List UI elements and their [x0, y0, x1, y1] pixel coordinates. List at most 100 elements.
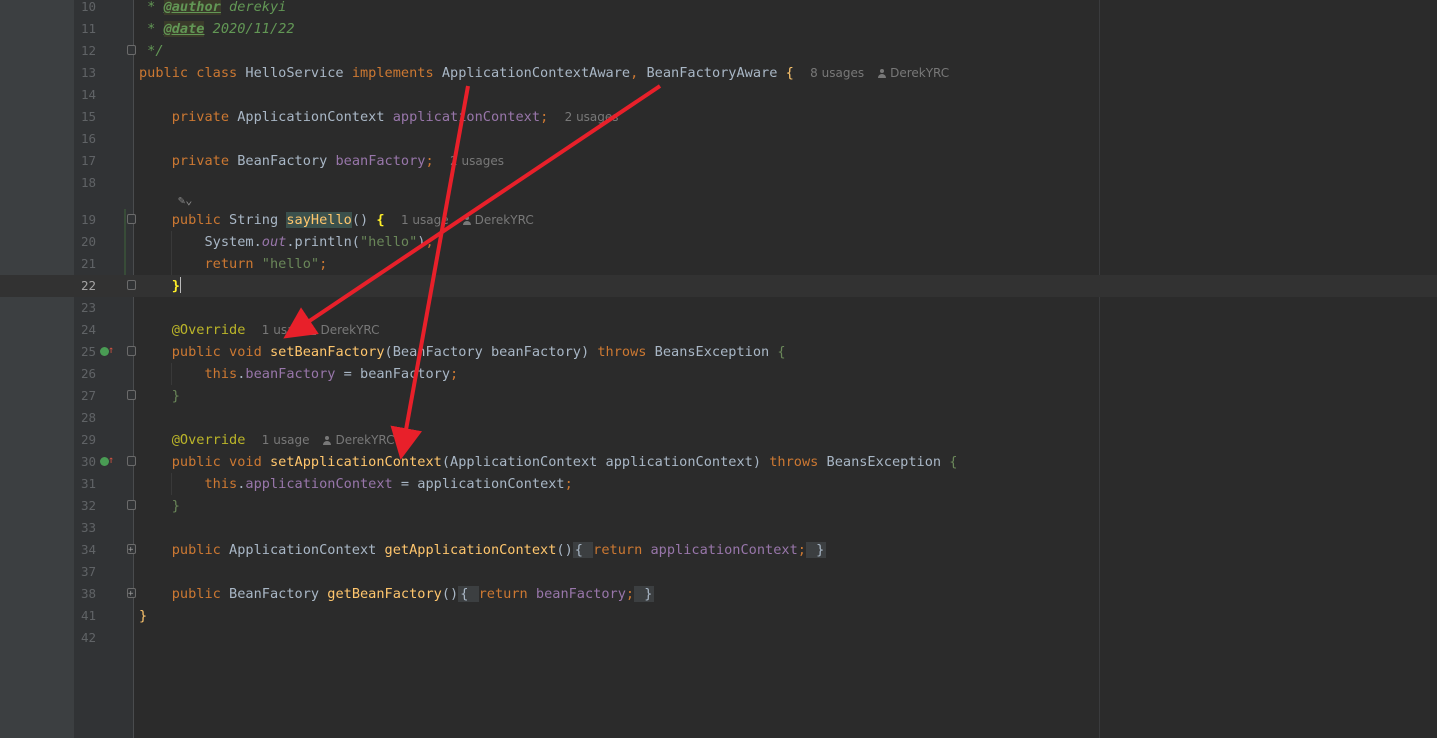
- code-line: 34 public ApplicationContext getApplicat…: [0, 539, 1437, 561]
- line-number: 11: [80, 21, 96, 36]
- code-text: * @date 2020/11/22: [139, 21, 295, 37]
- author-hint[interactable]: DerekYRC: [335, 433, 394, 447]
- code-editor[interactable]: 10 * @author derekyi 11 * @date 2020/11/…: [0, 0, 1437, 738]
- code-text: return "hello";: [204, 256, 328, 272]
- line-number: 38: [80, 586, 96, 601]
- code-line: 23: [0, 297, 1437, 319]
- fold-marker[interactable]: [127, 456, 136, 466]
- code-text: @Override 1 usa DerekYRC: [171, 322, 380, 338]
- code-line: 20 System.out.println("hello");: [0, 231, 1437, 253]
- code-text: public class HelloService implements App…: [139, 65, 950, 81]
- line-number: 26: [80, 366, 96, 381]
- line-number: 16: [80, 131, 96, 146]
- line-number: 27: [80, 388, 96, 403]
- code-line: 14: [0, 84, 1437, 106]
- line-number: 13: [80, 65, 96, 80]
- usages-hint[interactable]: 8 usages: [810, 66, 864, 80]
- line-number: 37: [80, 564, 96, 579]
- line-number: 33: [80, 520, 96, 535]
- line-number: 29: [80, 432, 96, 447]
- user-icon: [462, 216, 471, 225]
- code-line: 42: [0, 627, 1437, 649]
- code-line: 30 ↑ public void setApplicationContext(A…: [0, 451, 1437, 473]
- expand-fold-marker[interactable]: [127, 539, 136, 561]
- code-line: 32 }: [0, 495, 1437, 517]
- code-line: 31 this.applicationContext = application…: [0, 473, 1437, 495]
- line-number: 28: [80, 410, 96, 425]
- line-number: 19: [80, 212, 96, 227]
- usages-hint[interactable]: 1 usage: [262, 433, 310, 447]
- go-to-interface-icon[interactable]: ↑: [108, 340, 114, 362]
- code-text: System.out.println("hello");: [139, 234, 434, 250]
- code-text: }: [171, 498, 180, 514]
- code-line: 33: [0, 517, 1437, 539]
- code-text: this.applicationContext = applicationCon…: [204, 476, 573, 492]
- line-number: 10: [80, 0, 96, 14]
- line-number: 25: [80, 344, 96, 359]
- code-line: 21 return "hello";: [0, 253, 1437, 275]
- code-line: 12 */: [0, 40, 1437, 62]
- code-text: }: [171, 277, 181, 294]
- code-line: 10 * @author derekyi: [0, 0, 1437, 18]
- line-number: 31: [80, 476, 96, 491]
- line-number: 24: [80, 322, 96, 337]
- go-to-interface-icon[interactable]: ↑: [108, 450, 114, 472]
- line-number: 34: [80, 542, 96, 557]
- code-line: 13 public class HelloService implements …: [0, 62, 1437, 84]
- code-text: @Override 1 usage DerekYRC: [171, 432, 395, 448]
- fold-marker[interactable]: [127, 500, 136, 510]
- fold-marker[interactable]: [127, 214, 136, 224]
- code-line: 28: [0, 407, 1437, 429]
- usages-hint[interactable]: 2 usages: [565, 110, 619, 124]
- fold-marker[interactable]: [127, 280, 136, 290]
- author-hint[interactable]: DerekYRC: [475, 213, 534, 227]
- line-number: 30: [80, 454, 96, 469]
- code-line: 18: [0, 172, 1437, 194]
- user-icon: [878, 69, 887, 78]
- code-text: private ApplicationContext applicationCo…: [171, 109, 619, 125]
- current-code-line: 22 }: [0, 275, 1437, 297]
- code-line: 29 @Override 1 usage DerekYRC: [0, 429, 1437, 451]
- code-text: this.beanFactory = beanFactory;: [204, 366, 459, 382]
- usages-hint[interactable]: 2 usages: [450, 154, 504, 168]
- code-text: * @author derekyi: [139, 0, 287, 15]
- code-text: private BeanFactory beanFactory; 2 usage…: [171, 153, 504, 169]
- code-line: 41 }: [0, 605, 1437, 627]
- code-text: public String sayHello() { 1 usage DerekY…: [171, 212, 534, 228]
- text-caret: [179, 277, 181, 293]
- code-line: 19 public String sayHello() { 1 usage Der…: [0, 209, 1437, 231]
- fold-marker[interactable]: [127, 346, 136, 356]
- author-hint[interactable]: DerekYRC: [890, 66, 949, 80]
- code-line: 26 this.beanFactory = beanFactory;: [0, 363, 1437, 385]
- line-number: 18: [80, 175, 96, 190]
- line-number: 21: [80, 256, 96, 271]
- code-text: }: [171, 388, 180, 404]
- line-number: 41: [80, 608, 96, 623]
- usages-hint[interactable]: 1 usage: [401, 213, 449, 227]
- code-text: public void setApplicationContext(Applic…: [171, 454, 958, 470]
- code-line: 27 }: [0, 385, 1437, 407]
- fold-marker[interactable]: [127, 390, 136, 400]
- code-line: 15 private ApplicationContext applicatio…: [0, 106, 1437, 128]
- code-text: public ApplicationContext getApplication…: [171, 542, 827, 558]
- code-text: */: [139, 43, 164, 59]
- ai-assistant-icon[interactable]: ✎⌄: [178, 193, 192, 207]
- line-number: 23: [80, 300, 96, 315]
- code-line: 16: [0, 128, 1437, 150]
- code-line: 25 ↑ public void setBeanFactory(BeanFact…: [0, 341, 1437, 363]
- usages-hint[interactable]: 1 usa: [262, 323, 295, 337]
- fold-marker[interactable]: [127, 45, 136, 55]
- code-line: 38 public BeanFactory getBeanFactory(){ …: [0, 583, 1437, 605]
- line-number: 12: [80, 43, 96, 58]
- code-line: 17 private BeanFactory beanFactory; 2 us…: [0, 150, 1437, 172]
- line-number: 42: [80, 630, 96, 645]
- code-line: 37: [0, 561, 1437, 583]
- line-number: 20: [80, 234, 96, 249]
- line-number: 14: [80, 87, 96, 102]
- code-line: 11 * @date 2020/11/22: [0, 18, 1437, 40]
- code-text: public BeanFactory getBeanFactory(){ ret…: [171, 586, 655, 602]
- line-number: 17: [80, 153, 96, 168]
- line-number: 15: [80, 109, 96, 124]
- expand-fold-marker[interactable]: [127, 583, 136, 605]
- author-hint[interactable]: DerekYRC: [320, 323, 379, 337]
